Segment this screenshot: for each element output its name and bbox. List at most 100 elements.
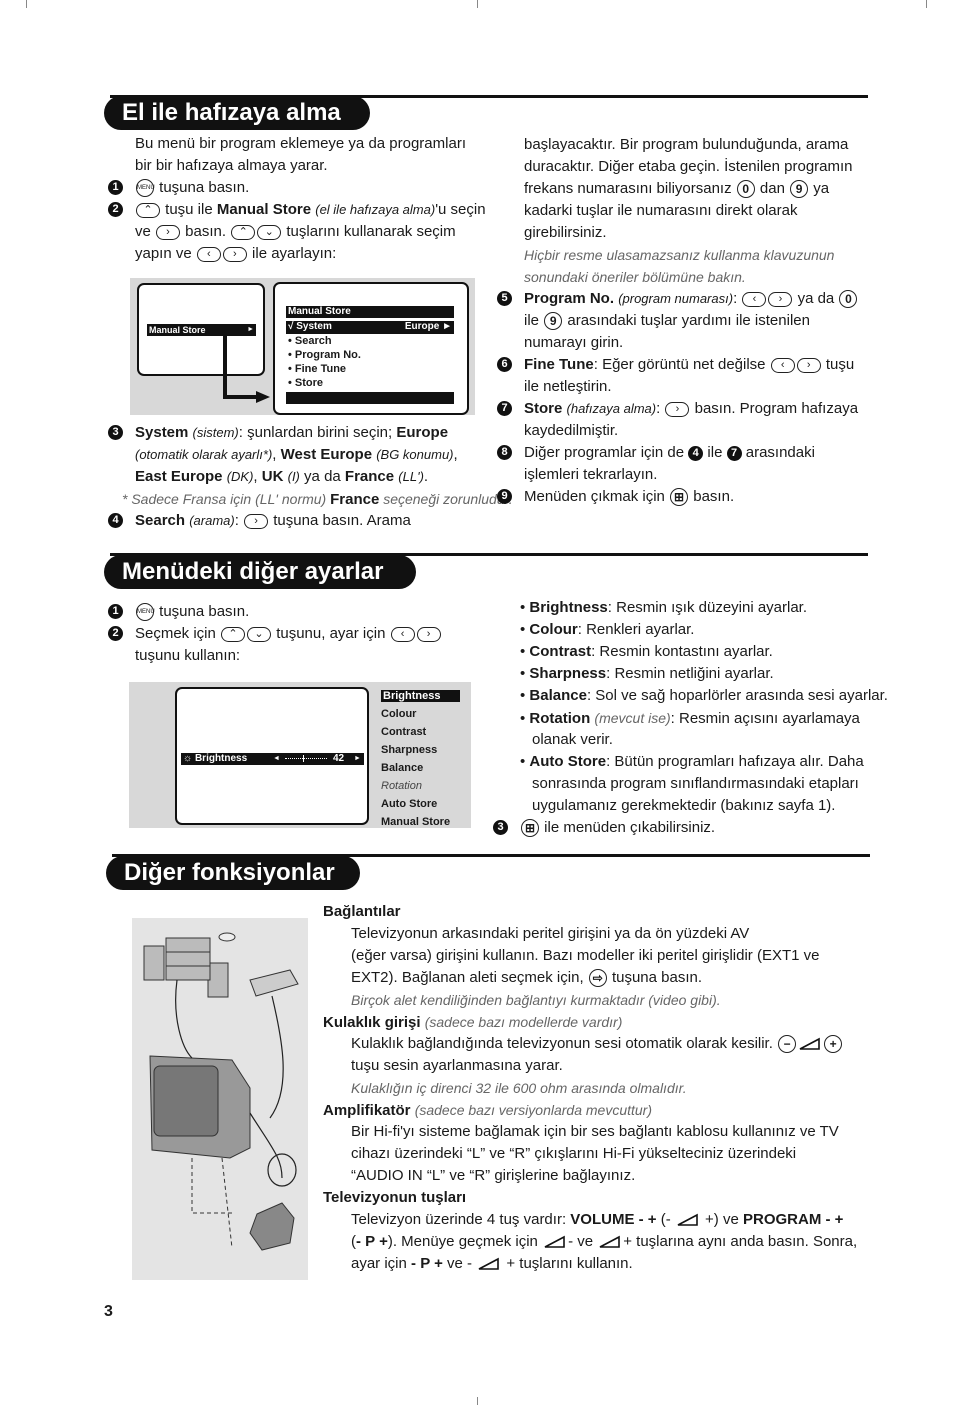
text: basın. (181, 223, 231, 240)
text: Menüden çıkmak için (524, 488, 670, 505)
text-line: Televizyonun arkasındaki peritel girişin… (351, 923, 883, 945)
bold-text: Store (524, 400, 563, 417)
brightness-slider-bar: ☼ Brightness ◄ 42 ► (181, 753, 364, 765)
text-line: numarayı girin. (524, 332, 874, 354)
text-line: frekans numarasını biliyorsanız 0 dan 9 … (524, 178, 874, 200)
text: ayar için (351, 1255, 412, 1272)
plus-key-icon: + (824, 1035, 843, 1054)
text-paragraph: Televizyonun arkasındaki peritel girişin… (323, 923, 883, 1011)
step-2: 2 ⌃ tuşu ile Manual Store (el ile hafızay… (108, 199, 486, 265)
bold-text: Europe (396, 424, 449, 441)
step-number-badge: 5 (497, 291, 512, 306)
text-paragraph: Bu menü bir program eklemeye ya da progr… (135, 133, 485, 177)
italic-text: (LL') (398, 469, 424, 484)
up-key-icon: ⌃ (221, 626, 246, 642)
step-number-badge: 4 (688, 445, 704, 461)
right-key-icon: › (416, 626, 441, 642)
exit-key-icon: ⊞ (521, 819, 539, 838)
text: ile netleştirin. (524, 378, 612, 395)
text: , (253, 468, 262, 485)
text: ile (703, 444, 727, 461)
intro-steps: Bu menü bir program eklemeye ya da progr… (108, 133, 486, 265)
right-key-icon: › (768, 291, 793, 307)
text-line: Amplifikatör (sadece bazı versiyonlarda … (323, 1099, 883, 1121)
bullet-item: • Auto Store: Bütün programları hafızaya… (520, 751, 880, 817)
text-line: (eğer varsa) girişini kullanın. Bazı mod… (351, 945, 883, 967)
bold-text: - P + (356, 1233, 388, 1250)
menu-item: Colour (381, 708, 417, 720)
connections-illustration (132, 918, 308, 1280)
step-1: 1 MENU tuşuna basın. (108, 601, 485, 623)
text-line: kaydedilmiştir. (524, 420, 874, 442)
text: ve - (442, 1255, 477, 1272)
text-line: MENU tuşuna basın. (135, 601, 485, 623)
text: basın. (689, 488, 735, 505)
menu-item-system: √ System Europe ► (286, 321, 454, 334)
slider-value: 42 (333, 753, 345, 764)
text-line: tuşu sesin ayarlanmasına yarar. (351, 1055, 883, 1077)
italic-text: (DK) (226, 469, 254, 484)
right-key-icon: › (222, 246, 247, 262)
section-title: Diğer fonksiyonlar (106, 856, 360, 890)
text: frekans numarasını biliyorsanız (524, 180, 736, 197)
up-key-icon: ⌃ (136, 202, 160, 218)
note-text: Birçok alet kendiliğinden bağlantıyı kur… (351, 992, 721, 1008)
down-key-icon: ⌄ (247, 626, 272, 642)
text-line: System (sistem): şunlardan birini seçin;… (135, 422, 495, 444)
crop-mark (26, 0, 27, 8)
text: olanak verir. (532, 731, 613, 748)
text: ). Menüye geçmek için (387, 1233, 543, 1250)
text: Televizyon üzerinde 4 tuş vardır: (351, 1211, 571, 1228)
text-paragraph: Bir Hi-fi'yı sisteme bağlamak için bir s… (323, 1121, 883, 1187)
bold-text: VOLUME - + (570, 1211, 657, 1228)
text-line: kadarki tuşlar ile numarasını direkt ola… (524, 200, 874, 222)
bold-text: East Europe (135, 468, 223, 485)
text-line: Program No. (program numarası): ‹ › ya da… (524, 288, 874, 310)
manual-page: El ile hafızaya alma Bu menü bir program… (0, 0, 954, 1405)
text-line: • Rotation (mevcut ise): Resmin açısını … (520, 707, 880, 729)
bold-text: Manual Store (216, 201, 312, 218)
crop-mark (926, 0, 927, 8)
right-key-icon: › (665, 401, 690, 417)
menu-item: Sharpness (381, 744, 438, 756)
text: : Resmin ışık düzeyini ayarlar. (607, 599, 808, 616)
menu-item-label: √ System (288, 321, 332, 332)
text-line: Bu menü bir program eklemeye ya da progr… (135, 133, 485, 155)
text-line: (- P +). Menüye geçmek için - ve + tuşla… (351, 1231, 883, 1253)
text-line: • Brightness: Resmin ışık düzeyini ayarl… (520, 597, 880, 619)
text: numarayı girin. (524, 334, 624, 351)
text: Bir Hi-fi'yı sisteme bağlamak için bir s… (351, 1123, 839, 1140)
text-line: ⊞ ile menüden çıkabilirsiniz. (520, 817, 880, 839)
italic-text: (program numarası) (618, 291, 734, 306)
step-number-badge: 2 (108, 626, 123, 641)
bold-text: Auto Store (529, 753, 607, 770)
bold-text: France (344, 468, 395, 485)
text-line: duracaktır. Diğer etaba geçin. İstenilen… (524, 156, 874, 178)
text: Seçmek için (135, 625, 221, 642)
right-key-icon: › (244, 513, 269, 529)
step-8: 8 Diğer programlar için de 4 ile 7 arasın… (497, 442, 874, 486)
text-line: “AUDIO IN “L” ve “R” girişlerine bağlayı… (351, 1165, 883, 1187)
text: 'u seçin (435, 201, 486, 218)
text-line: MENU tuşuna basın. (135, 177, 485, 199)
arrow-left-icon: ◄ (273, 755, 280, 762)
text-line: Televizyonun tuşları (323, 1187, 883, 1209)
text-line: cihazı üzerindeki “L” ve “R” çıkışlarını… (351, 1143, 883, 1165)
text: Televizyonun arkasındaki peritel girişin… (351, 925, 750, 942)
text: kaydedilmiştir. (524, 422, 619, 439)
text: işlemleri tekrarlayın. (524, 466, 658, 483)
bold-text: France (330, 491, 380, 508)
digit-0-key-icon: 0 (839, 290, 858, 309)
text-paragraph: * Sadece Fransa için (LL' normu) France … (122, 488, 513, 510)
step-number-badge: 7 (497, 401, 512, 416)
text-paragraph: Televizyonun tuşları (323, 1187, 883, 1209)
text-line: EXT2). Bağlanan aleti seçmek için, ⇨ tuş… (351, 967, 883, 989)
bold-text: PROGRAM - + (742, 1211, 844, 1228)
down-key-icon: ⌄ (257, 224, 282, 240)
text: • (520, 665, 530, 682)
text: ya da (299, 468, 345, 485)
other-functions-text: Bağlantılar Televizyonun arkasındaki peri… (323, 901, 883, 1275)
bold-text: Balance (529, 687, 587, 704)
text: “AUDIO IN “L” ve “R” girişlerine bağlayı… (351, 1167, 636, 1184)
text-line: Kulaklık girişi (sadece bazı modellerde … (323, 1011, 883, 1033)
